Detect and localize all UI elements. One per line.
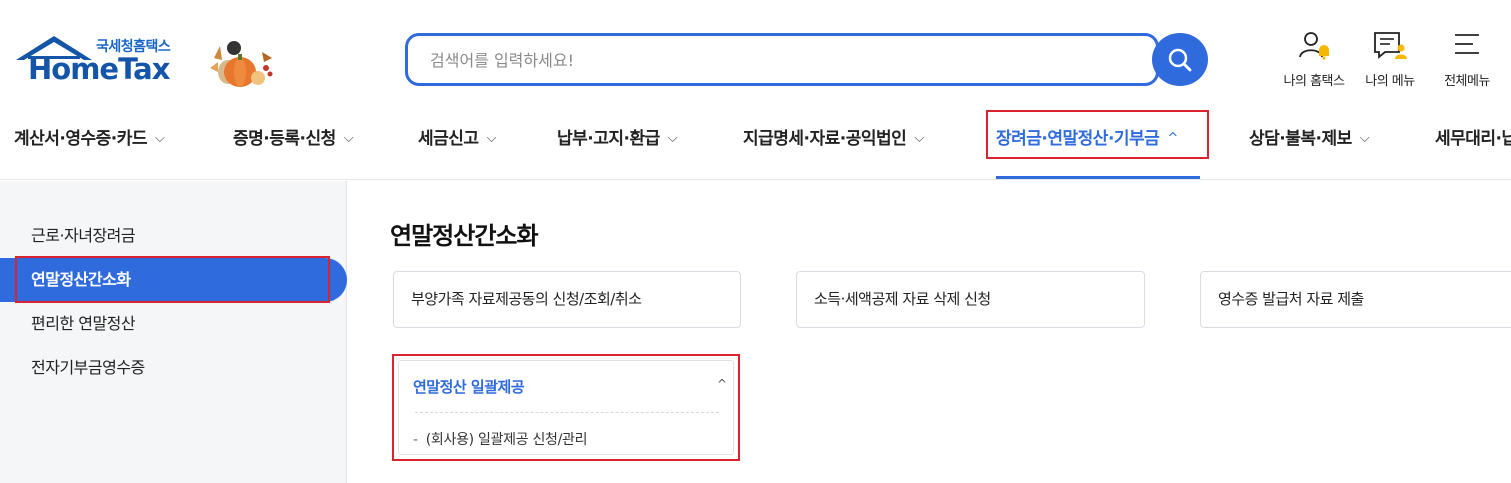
- chevron-down-icon: ⌵: [486, 131, 497, 146]
- search-box[interactable]: [405, 33, 1159, 86]
- all-menu-label: 전체메뉴: [1444, 74, 1490, 89]
- card-deduction-data-delete[interactable]: 소득·세액공제 자료 삭제 신청: [796, 271, 1145, 328]
- sidebar: 근로·자녀장려금 연말정산간소화 편리한 연말정산 전자기부금영수증: [0, 181, 347, 483]
- gnb-item-tax-report[interactable]: 세금신고 ⌵: [418, 124, 496, 149]
- active-tab-underline: [996, 176, 1200, 179]
- sidebar-item-label: 전자기부금영수증: [31, 358, 145, 377]
- chevron-down-icon: ⌵: [155, 131, 165, 146]
- autumn-pumpkin-icon: [210, 41, 273, 87]
- gnb-item-label: 상담·불복·제보: [1249, 129, 1352, 149]
- gnb-item-label: 세무대리·납: [1435, 129, 1511, 149]
- highlight-box-sidebar: [15, 256, 330, 303]
- divider: [415, 412, 719, 413]
- chevron-down-icon: ⌵: [914, 131, 924, 146]
- gnb-item-consulting[interactable]: 상담·불복·제보 ⌵: [1249, 124, 1370, 149]
- sidebar-item-label: 근로·자녀장려금: [31, 226, 136, 245]
- gnb-item-invoice[interactable]: 계산서·영수증·카드 ⌵: [14, 124, 165, 149]
- card-dependent-consent[interactable]: 부양가족 자료제공동의 신청/조회/취소: [393, 271, 741, 328]
- main-navigation: 계산서·영수증·카드 ⌵ 증명·등록·신청 ⌵ 세금신고 ⌵ 납부·고지·환급 ⌵ 지급…: [0, 110, 1511, 160]
- gnb-item-label: 납부·고지·환급: [557, 129, 660, 149]
- my-hometax-button[interactable]: 나의 홈택스: [1274, 30, 1354, 89]
- sidebar-item-convenient-yearend[interactable]: 편리한 연말정산: [0, 302, 347, 346]
- gnb-item-statement[interactable]: 지급명세·자료·공익법인 ⌵: [743, 124, 924, 149]
- gnb-item-label: 계산서·영수증·카드: [14, 129, 148, 149]
- gnb-item-label: 세금신고: [418, 129, 479, 149]
- search-button[interactable]: [1152, 33, 1208, 86]
- chevron-down-icon: ⌵: [343, 131, 354, 146]
- accordion-title[interactable]: 연말정산 일괄제공: [413, 376, 525, 397]
- chevron-down-icon: ⌵: [1359, 131, 1370, 146]
- subitem-label: (회사용) 일괄제공 신청/관리: [425, 432, 588, 448]
- search-icon: [1168, 48, 1192, 71]
- my-menu-label: 나의 메뉴: [1365, 74, 1415, 89]
- card-receipt-data-submit[interactable]: 영수증 발급처 자료 제출: [1200, 271, 1511, 328]
- sidebar-item-earned-income-credit[interactable]: 근로·자녀장려금: [0, 214, 347, 258]
- gnb-item-label: 지급명세·자료·공익법인: [743, 129, 907, 149]
- sidebar-item-donation-receipt[interactable]: 전자기부금영수증: [0, 346, 347, 390]
- highlight-box-gnb: [986, 110, 1209, 159]
- card-label: 소득·세액공제 자료 삭제 신청: [814, 290, 991, 308]
- chevron-down-icon: ⌵: [667, 131, 678, 146]
- gnb-item-label: 증명·등록·신청: [233, 129, 336, 149]
- gnb-item-tax-agent[interactable]: 세무대리·납: [1435, 124, 1511, 149]
- sidebar-item-label: 편리한 연말정산: [31, 314, 136, 333]
- gnb-item-certificate[interactable]: 증명·등록·신청 ⌵: [233, 124, 354, 149]
- logo-title: HomeTax: [28, 52, 170, 86]
- my-menu-button[interactable]: 나의 메뉴: [1350, 30, 1430, 89]
- highlight-box-accordion: 연말정산 일괄제공 ^ - (회사용) 일괄제공 신청/관리: [392, 354, 740, 461]
- bullet-dash: -: [413, 432, 418, 448]
- gnb-item-payment[interactable]: 납부·고지·환급 ⌵: [557, 124, 678, 149]
- search-input[interactable]: [430, 48, 1130, 72]
- hamburger-icon: [1455, 34, 1479, 54]
- card-label: 부양가족 자료제공동의 신청/조회/취소: [411, 290, 642, 308]
- menu-user-icon: [1374, 32, 1407, 59]
- accordion-yearend-bulk: 연말정산 일괄제공 ^ - (회사용) 일괄제공 신청/관리: [398, 360, 734, 455]
- accordion-subitem-company-bulk[interactable]: - (회사용) 일괄제공 신청/관리: [413, 429, 587, 449]
- user-bell-icon: [1299, 32, 1329, 60]
- hometax-logo[interactable]: 국세청홈택스 HomeTax: [14, 30, 274, 94]
- page-title: 연말정산간소화: [390, 222, 539, 250]
- my-hometax-label: 나의 홈택스: [1283, 74, 1345, 89]
- all-menu-button[interactable]: 전체메뉴: [1427, 30, 1507, 89]
- card-label: 영수증 발급처 자료 제출: [1218, 290, 1364, 308]
- chevron-up-icon[interactable]: ^: [717, 377, 727, 391]
